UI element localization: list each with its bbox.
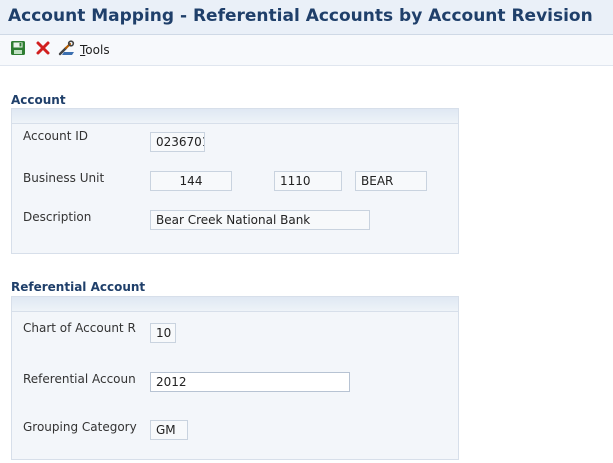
chart-of-account-field[interactable]: 10: [150, 323, 176, 343]
account-panel-header: [12, 109, 458, 124]
tools-label-rest: ools: [85, 43, 110, 57]
account-panel: Account ID 0236701 Business Unit 144 111…: [11, 108, 459, 254]
tools-label: Tools: [80, 43, 110, 57]
account-id-field[interactable]: 0236701: [150, 132, 205, 152]
referential-panel: Chart of Account R 10 Referential Accoun…: [11, 296, 459, 460]
business-unit-field-3[interactable]: BEAR: [355, 171, 427, 191]
cancel-button[interactable]: [34, 41, 52, 59]
toolbar: Tools: [0, 35, 613, 66]
save-icon: [10, 40, 26, 60]
account-id-label: Account ID: [23, 129, 89, 143]
save-button[interactable]: [9, 41, 27, 59]
description-label: Description: [23, 210, 92, 224]
referential-account-input[interactable]: 2012: [150, 372, 350, 392]
grouping-category-field[interactable]: GM: [150, 420, 188, 440]
referential-section-title: Referential Account: [11, 280, 146, 294]
referential-panel-header: [12, 297, 458, 312]
close-icon: [35, 40, 51, 60]
business-unit-field-1[interactable]: 144: [150, 171, 232, 191]
tools-menu-button[interactable]: Tools: [58, 40, 146, 60]
business-unit-label: Business Unit: [23, 171, 105, 185]
business-unit-field-2[interactable]: 1110: [274, 171, 342, 191]
grouping-category-label: Grouping Category: [23, 420, 137, 434]
description-field[interactable]: Bear Creek National Bank: [150, 210, 370, 230]
account-section-title: Account: [11, 93, 66, 107]
title-bar: Account Mapping - Referential Accounts b…: [0, 0, 613, 35]
tools-icon: [58, 40, 76, 60]
chart-of-account-label: Chart of Account R: [23, 321, 136, 335]
page-title: Account Mapping - Referential Accounts b…: [8, 6, 593, 26]
referential-account-label: Referential Accoun: [23, 372, 136, 386]
